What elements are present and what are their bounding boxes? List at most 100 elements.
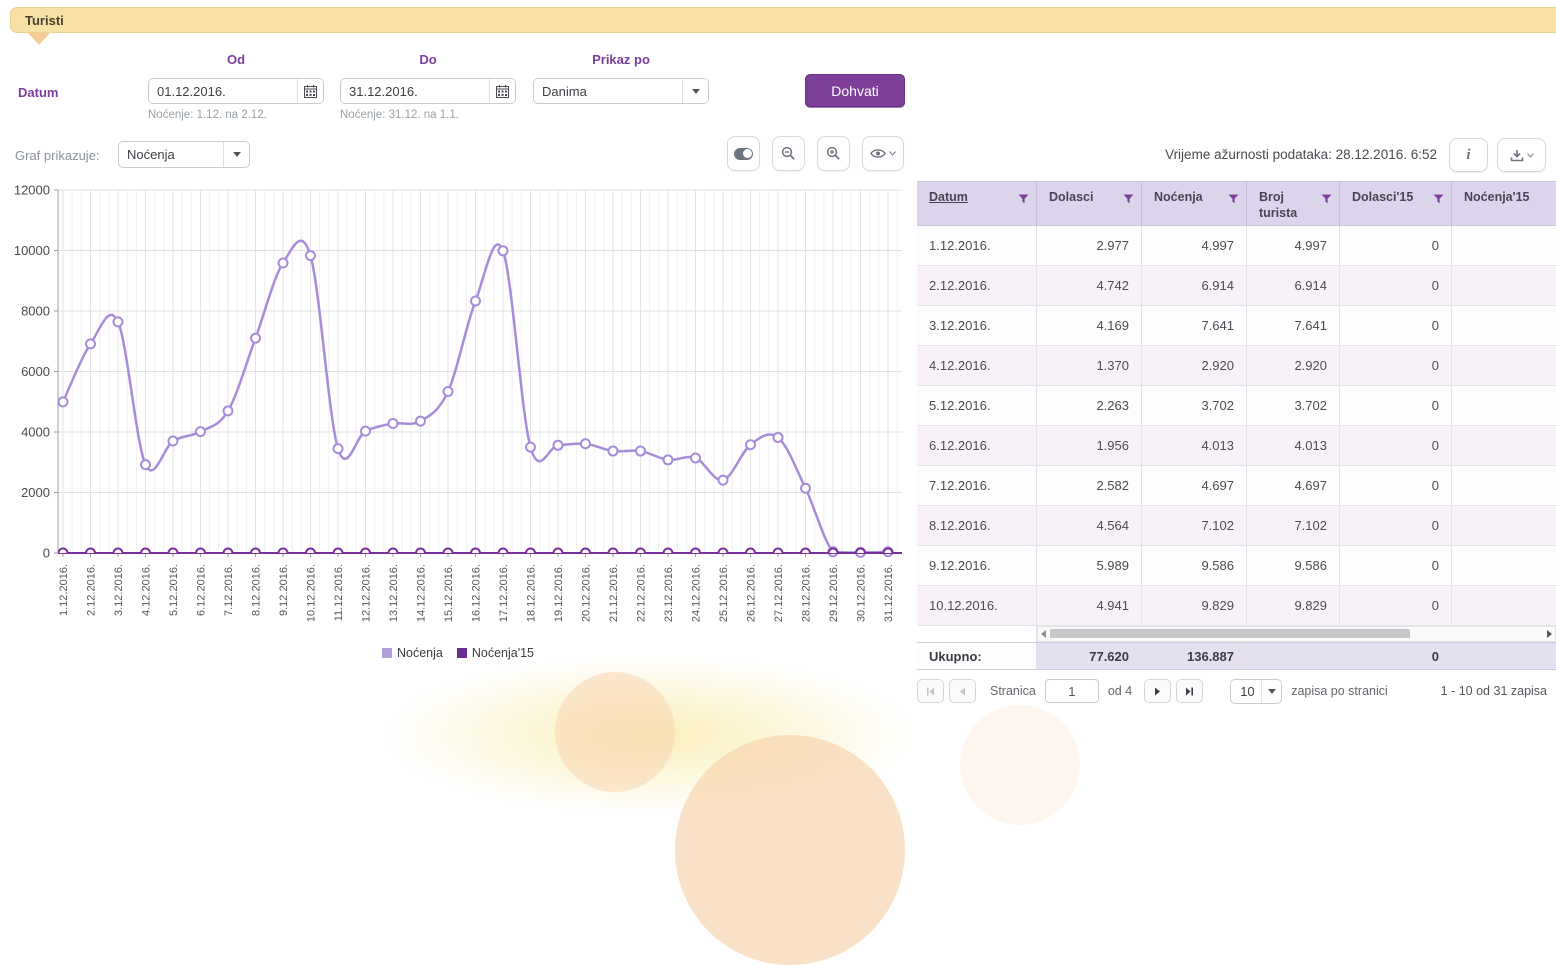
filter-icon[interactable] [1018, 194, 1029, 204]
cell-broj-turista: 7.102 [1247, 506, 1340, 545]
series-nocenja-marker [499, 246, 508, 255]
data-updated-text: Vrijeme ažurnosti podataka: 28.12.2016. … [1165, 147, 1437, 162]
total-no-enja: 136.887 [1142, 643, 1247, 669]
zoom-in-button[interactable] [817, 136, 850, 171]
pagination-bar: Stranica od 4 zapisa po stranici 1 - 10 … [917, 676, 1547, 706]
info-button[interactable]: i [1449, 138, 1488, 172]
calendar-icon [496, 85, 509, 98]
cell-dolasci-15: 0 [1340, 546, 1452, 585]
cell-dolasci: 4.941 [1037, 586, 1142, 625]
zoom-out-button[interactable] [772, 136, 805, 171]
legend-item-no-enja-15[interactable]: Noćenja'15 [457, 646, 534, 660]
scrollbar-thumb[interactable] [1050, 629, 1410, 638]
page-size-dropdown-button[interactable] [1261, 680, 1281, 703]
cell-no-enja-15 [1452, 466, 1556, 505]
column-header-no-enja-15[interactable]: Noćenja'15 [1452, 182, 1556, 225]
svg-text:25.12.2016.: 25.12.2016. [718, 564, 730, 622]
filter-icon[interactable] [1123, 194, 1134, 204]
export-button[interactable] [1497, 138, 1546, 172]
chart-toggle-button[interactable] [727, 136, 760, 171]
cell-dolasci-15: 0 [1340, 346, 1452, 385]
tab-turisti[interactable]: Turisti [11, 13, 64, 28]
download-icon [1510, 149, 1524, 162]
next-page-button[interactable] [1144, 679, 1171, 703]
svg-text:19.12.2016.: 19.12.2016. [553, 564, 565, 622]
graf-prikazuje-value [119, 142, 223, 167]
cell-dolasci-15: 0 [1340, 426, 1452, 465]
filter-icon[interactable] [1321, 194, 1332, 204]
chart-legend: Noćenja Noćenja'15 [8, 646, 908, 660]
svg-text:13.12.2016.: 13.12.2016. [388, 564, 400, 622]
date-to-input[interactable] [341, 79, 489, 103]
date-from-input[interactable] [149, 79, 297, 103]
page-size-select[interactable] [1230, 679, 1282, 704]
table-row[interactable]: 1.12.2016.2.9774.9974.9970 [917, 226, 1556, 266]
table-row[interactable]: 4.12.2016.1.3702.9202.9200 [917, 346, 1556, 386]
date-from-hint: Noćenje: 1.12. na 2.12. [148, 109, 267, 121]
date-from-calendar-button[interactable] [297, 79, 323, 103]
last-page-icon [1185, 687, 1194, 696]
od-label: Od [148, 52, 324, 67]
column-header-datum[interactable]: Datum [917, 182, 1037, 225]
series-nocenja-marker [416, 417, 425, 426]
cell-no-enja: 9.586 [1142, 546, 1247, 585]
svg-text:12000: 12000 [14, 183, 50, 198]
cell-dolasci: 2.977 [1037, 226, 1142, 265]
graf-dropdown-button[interactable] [223, 142, 249, 167]
column-header-broj-turista[interactable]: Broj turista [1247, 182, 1340, 225]
series-nocenja-marker [581, 439, 590, 448]
table-row[interactable]: 9.12.2016.5.9899.5869.5860 [917, 546, 1556, 586]
scroll-right-arrow[interactable] [1547, 630, 1552, 638]
cell-no-enja: 7.641 [1142, 306, 1247, 345]
series-visibility-button[interactable] [862, 136, 904, 171]
column-header-label: Dolasci [1049, 190, 1093, 204]
scroll-left-arrow[interactable] [1041, 630, 1046, 638]
cell-datum: 2.12.2016. [917, 266, 1037, 305]
legend-item-no-enja[interactable]: Noćenja [382, 646, 443, 660]
table-row[interactable]: 10.12.2016.4.9419.8299.8290 [917, 586, 1556, 626]
cell-broj-turista: 7.641 [1247, 306, 1340, 345]
prikaz-po-select[interactable] [533, 78, 709, 104]
column-header-dolasci[interactable]: Dolasci [1037, 182, 1142, 225]
info-icon: i [1466, 147, 1470, 164]
series-nocenja-marker [444, 387, 453, 396]
table-horizontal-scrollbar [917, 626, 1556, 642]
table-row[interactable]: 2.12.2016.4.7426.9146.9140 [917, 266, 1556, 306]
last-page-button[interactable] [1176, 679, 1203, 703]
scrollbar-track[interactable] [1037, 626, 1556, 642]
series-nocenja-marker [691, 454, 700, 463]
zoom-in-icon [826, 146, 841, 161]
cell-no-enja: 4.697 [1142, 466, 1247, 505]
column-header-no-enja[interactable]: Noćenja [1142, 182, 1247, 225]
prev-page-button[interactable] [949, 679, 976, 703]
prikaz-po-dropdown-button[interactable] [682, 79, 708, 103]
chart-area: 0200040006000800010000120001.12.2016.2.1… [8, 182, 908, 668]
prikaz-po-label: Prikaz po [533, 52, 709, 67]
graf-prikazuje-select[interactable] [118, 141, 250, 168]
first-page-button[interactable] [917, 679, 944, 703]
series-nocenja-marker [554, 441, 563, 450]
series-nocenja-marker [526, 443, 535, 452]
series-nocenja-marker [746, 440, 755, 449]
table-body: 1.12.2016.2.9774.9974.99702.12.2016.4.74… [917, 226, 1556, 626]
page-number-input[interactable] [1045, 679, 1099, 703]
svg-text:7.12.2016.: 7.12.2016. [223, 564, 235, 616]
svg-text:31.12.2016.: 31.12.2016. [883, 564, 895, 622]
series-nocenja-marker [389, 419, 398, 428]
table-row[interactable]: 3.12.2016.4.1697.6417.6410 [917, 306, 1556, 346]
table-row[interactable]: 5.12.2016.2.2633.7023.7020 [917, 386, 1556, 426]
stranica-label: Stranica [990, 684, 1036, 698]
table-row[interactable]: 6.12.2016.1.9564.0134.0130 [917, 426, 1556, 466]
series-nocenja-marker [719, 476, 728, 485]
column-header-dolasci-15[interactable]: Dolasci'15 [1340, 182, 1452, 225]
table-row[interactable]: 8.12.2016.4.5647.1027.1020 [917, 506, 1556, 546]
dohvati-button[interactable]: Dohvati [805, 74, 905, 107]
table-row[interactable]: 7.12.2016.2.5824.6974.6970 [917, 466, 1556, 506]
filter-icon[interactable] [1228, 194, 1239, 204]
filter-icon[interactable] [1433, 194, 1444, 204]
cell-broj-turista: 4.997 [1247, 226, 1340, 265]
cell-dolasci: 2.582 [1037, 466, 1142, 505]
date-to-calendar-button[interactable] [489, 79, 515, 103]
svg-text:15.12.2016.: 15.12.2016. [443, 564, 455, 622]
table-header: Datum Dolasci NoćenjaBroj turistaDolasci'1… [917, 181, 1556, 226]
